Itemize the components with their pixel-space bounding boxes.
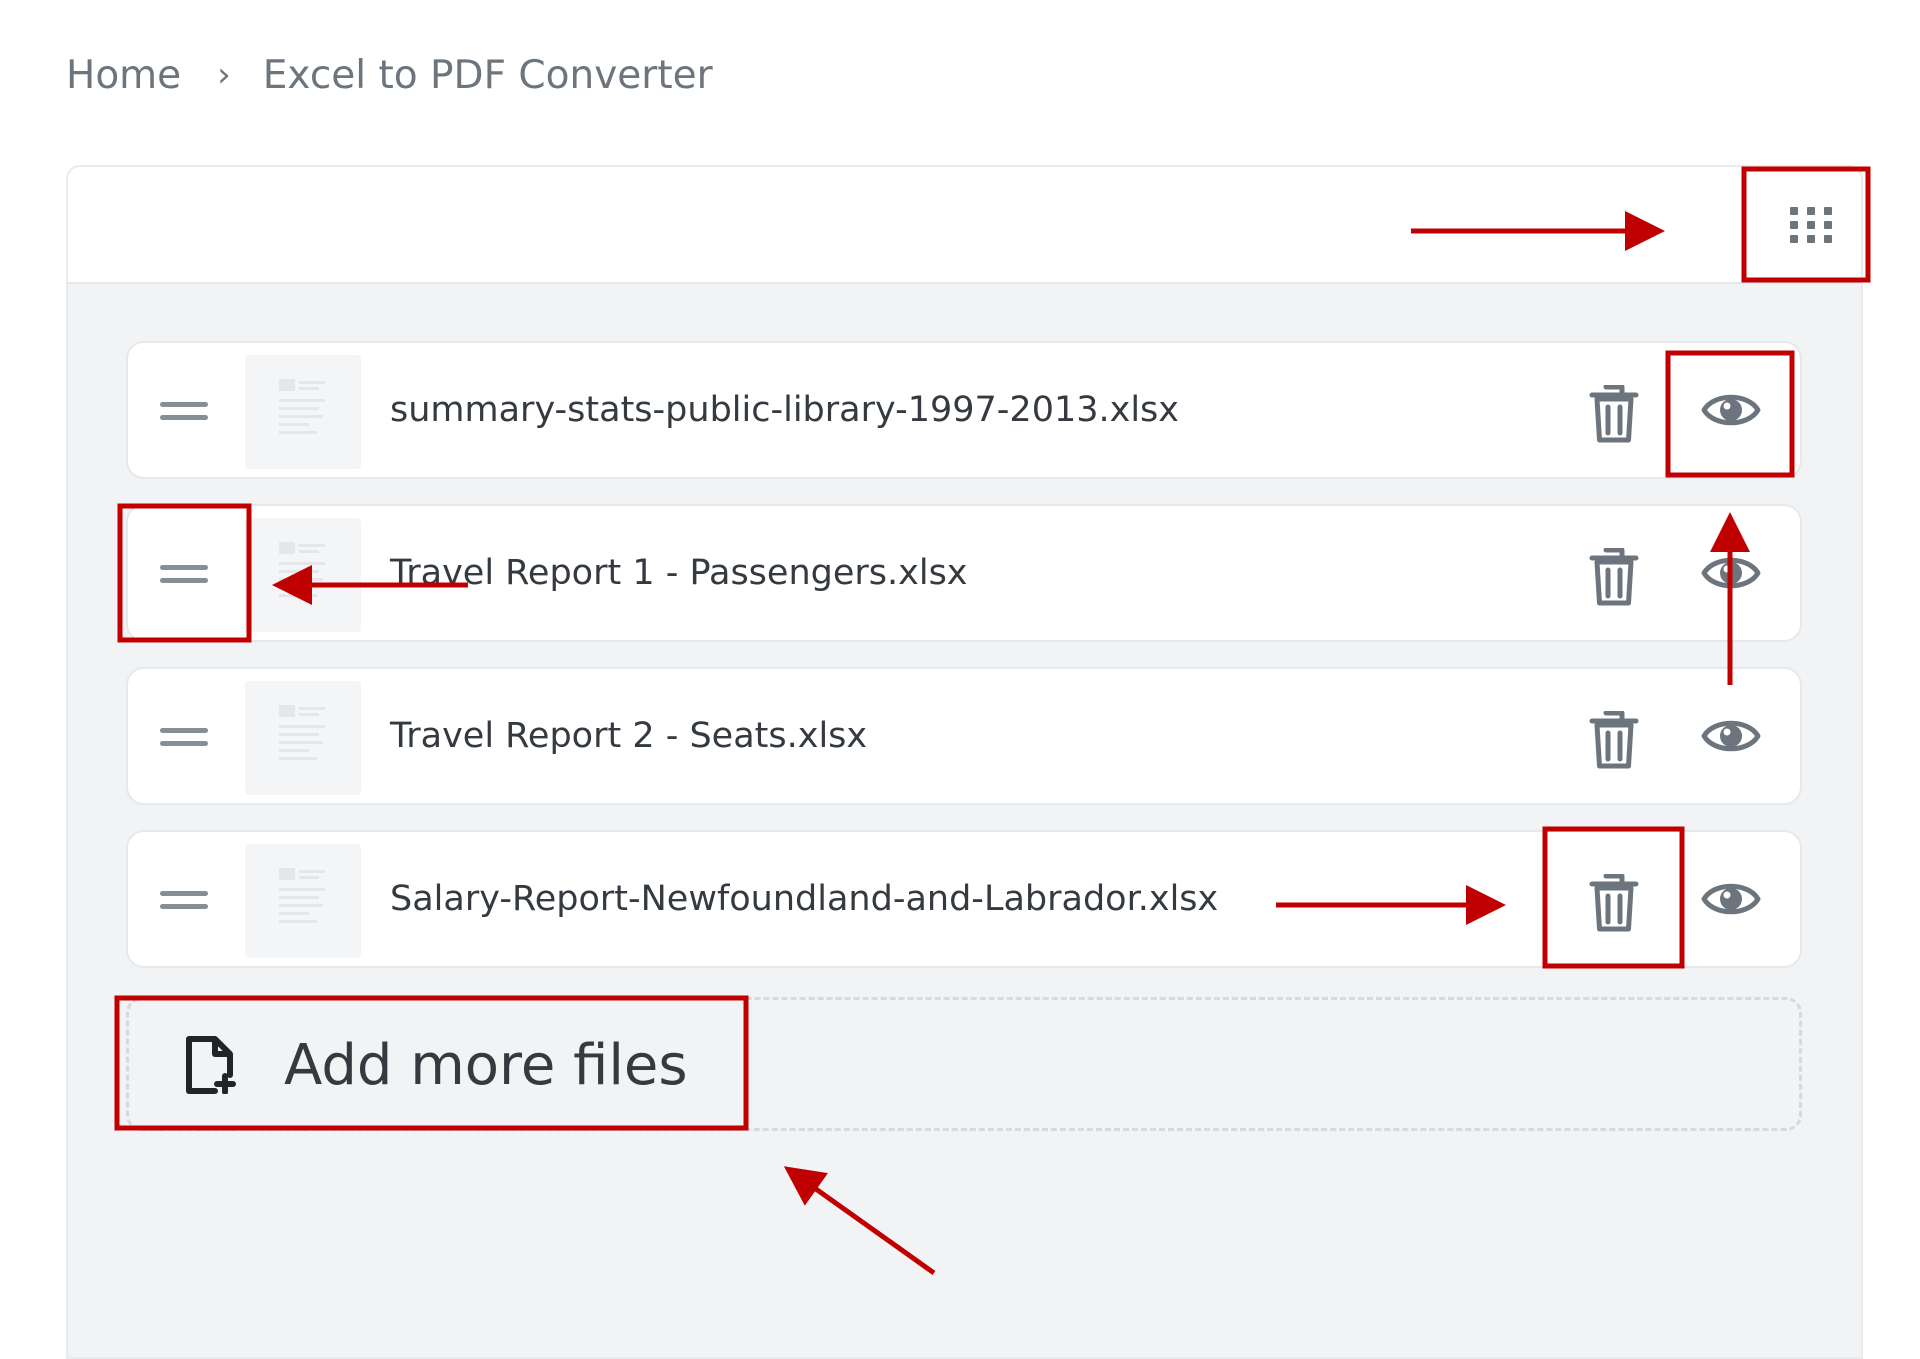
file-row: summary-stats-public-library-1997-2013.x… (126, 341, 1802, 479)
eye-preview-icon[interactable] (1701, 713, 1761, 759)
drag-handle-icon[interactable] (160, 726, 208, 748)
breadcrumb-current-page: Excel to PDF Converter (262, 52, 713, 98)
trash-icon[interactable] (1588, 711, 1640, 769)
panel-header (68, 167, 1861, 284)
file-row: Salary-Report-Newfoundland-and-Labrador.… (126, 830, 1802, 968)
eye-preview-icon[interactable] (1701, 387, 1761, 433)
trash-icon[interactable] (1588, 548, 1640, 606)
eye-preview-icon[interactable] (1701, 876, 1761, 922)
converter-panel: summary-stats-public-library-1997-2013.x… (66, 165, 1863, 1359)
file-row: Travel Report 2 - Seats.xlsx (126, 667, 1802, 805)
file-thumbnail (245, 355, 361, 469)
breadcrumb-home-link[interactable]: Home (66, 53, 181, 98)
eye-preview-icon[interactable] (1701, 550, 1761, 596)
drag-handle-icon[interactable] (160, 889, 208, 911)
breadcrumb: Home › Excel to PDF Converter (66, 42, 713, 108)
document-thumbnail-icon (277, 375, 329, 445)
add-more-files-button[interactable]: Add more files (124, 1000, 688, 1130)
file-row: Travel Report 1 - Passengers.xlsx (126, 504, 1802, 642)
file-name: Travel Report 1 - Passengers.xlsx (390, 553, 968, 593)
drag-handle-icon[interactable] (160, 563, 208, 585)
file-add-icon (186, 1036, 236, 1094)
trash-icon[interactable] (1588, 385, 1640, 443)
document-thumbnail-icon (277, 701, 329, 771)
file-thumbnail (245, 518, 361, 632)
file-name: summary-stats-public-library-1997-2013.x… (390, 390, 1180, 430)
file-list: summary-stats-public-library-1997-2013.x… (126, 341, 1802, 993)
add-more-files-label: Add more files (284, 1032, 688, 1098)
document-thumbnail-icon (277, 538, 329, 608)
grid-view-icon[interactable] (1789, 203, 1833, 247)
file-thumbnail (245, 681, 361, 795)
document-thumbnail-icon (277, 864, 329, 934)
breadcrumb-separator: › (217, 55, 231, 95)
file-name: Travel Report 2 - Seats.xlsx (390, 716, 868, 756)
trash-icon[interactable] (1588, 874, 1640, 932)
file-name: Salary-Report-Newfoundland-and-Labrador.… (390, 879, 1219, 919)
file-thumbnail (245, 844, 361, 958)
drag-handle-icon[interactable] (160, 400, 208, 422)
